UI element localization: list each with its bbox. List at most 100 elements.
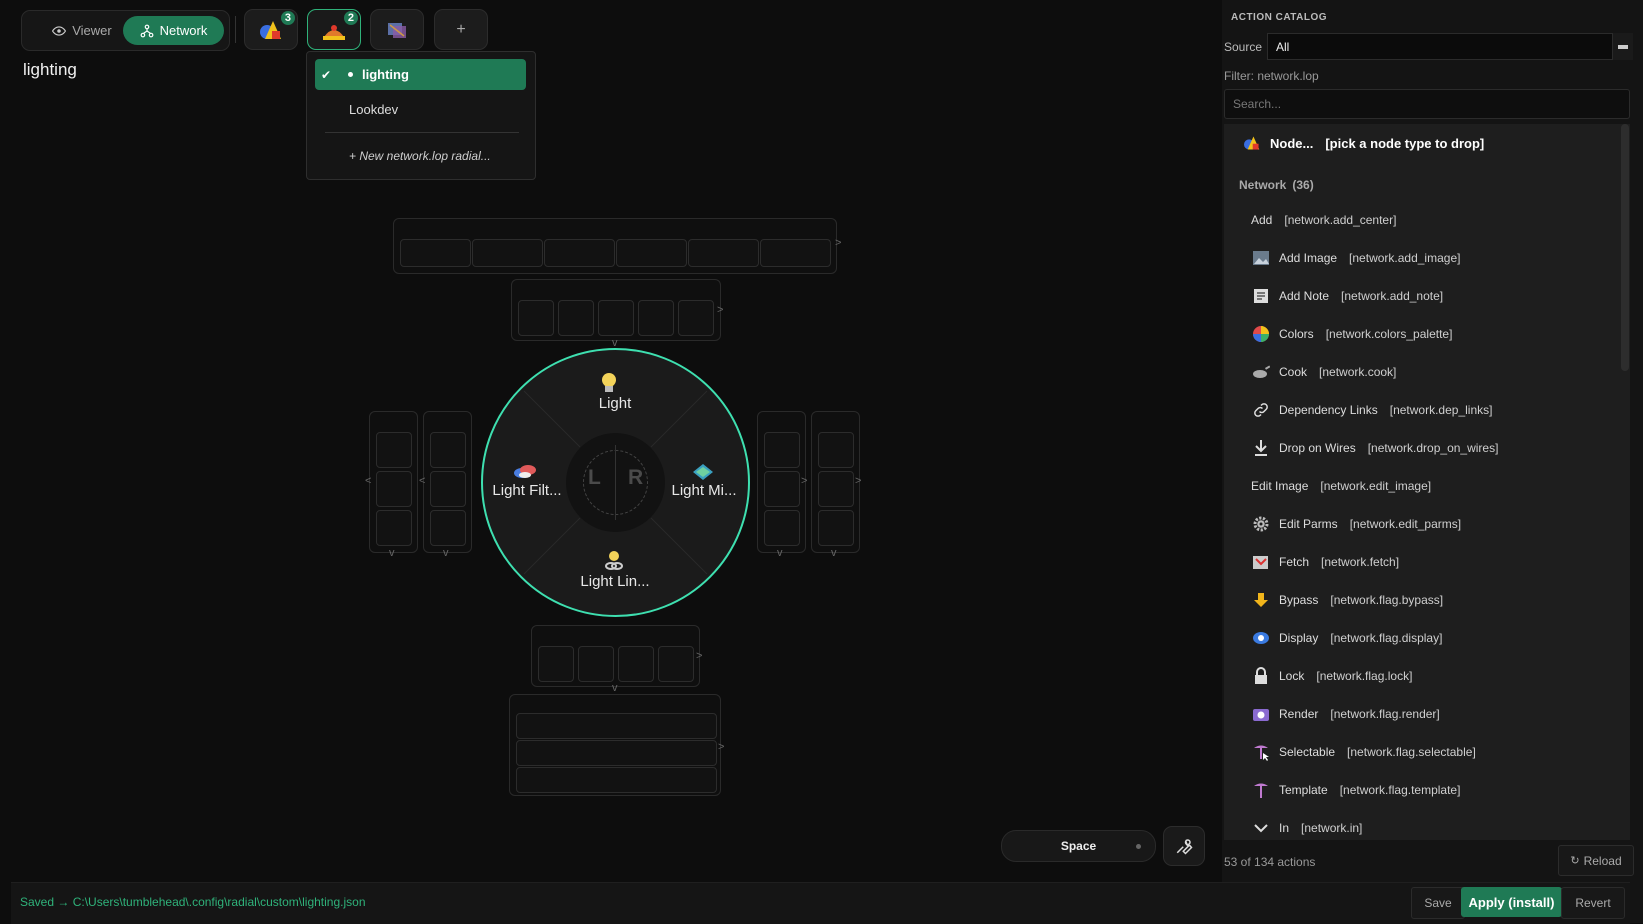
slot-group-right-inner: > v [757, 411, 807, 559]
viewer-mode-button[interactable]: Viewer [30, 16, 134, 45]
template-icon [1251, 780, 1271, 800]
reload-button[interactable]: ↻ Reload [1558, 845, 1634, 876]
source-label: Source [1224, 40, 1263, 54]
slot[interactable] [818, 510, 854, 546]
slot[interactable] [516, 713, 717, 739]
slot[interactable] [430, 510, 466, 546]
slot[interactable] [616, 239, 687, 267]
context-tab-shapes[interactable]: 3 [244, 9, 298, 50]
list-item[interactable]: Display [network.flag.display] [1251, 623, 1630, 653]
list-item[interactable]: Fetch [network.fetch] [1251, 547, 1630, 577]
network-mode-button[interactable]: Network [123, 16, 224, 45]
chevron-down-icon: v [777, 547, 783, 559]
slot[interactable] [516, 740, 717, 766]
radial-item-bottom[interactable]: Light Lin... [565, 573, 665, 590]
list-item-id: [network.flag.selectable] [1347, 745, 1476, 759]
radial-item-right[interactable]: Light Mi... [663, 482, 745, 499]
list-item[interactable]: Selectable [network.flag.selectable] [1251, 737, 1630, 767]
slot[interactable] [544, 239, 615, 267]
list-item[interactable]: Template [network.flag.template] [1251, 775, 1630, 805]
dropdown-item-lookdev[interactable]: Lookdev [315, 94, 526, 125]
list-item-label: Selectable [1279, 745, 1336, 759]
slot-group-top-inner: > v [511, 279, 723, 349]
context-tab-cop[interactable] [370, 9, 424, 50]
space-key-button[interactable]: Space [1001, 830, 1156, 862]
status-message: Saved → C:\Users\tumblehead\.config\radi… [20, 895, 366, 909]
slot[interactable] [376, 510, 412, 546]
slot-group-right-outer: > v [811, 411, 862, 559]
slot[interactable] [558, 300, 594, 336]
dropdown-item-lighting[interactable]: ✔ lighting [315, 59, 526, 90]
apply-install-button[interactable]: Apply (install) [1461, 887, 1562, 917]
list-item[interactable]: Edit Image [network.edit_image] [1251, 471, 1630, 501]
slot[interactable] [538, 646, 574, 682]
chevron-down-icon: v [612, 682, 618, 694]
chevron-left-icon: < [419, 475, 426, 487]
slot[interactable] [578, 646, 614, 682]
check-icon: ✔ [321, 67, 332, 82]
slot[interactable] [818, 432, 854, 468]
center-right-label: R [628, 466, 644, 489]
slot[interactable] [688, 239, 759, 267]
slot[interactable] [638, 300, 674, 336]
list-item[interactable]: Bypass [network.flag.bypass] [1251, 585, 1630, 615]
image-icon [1251, 248, 1271, 268]
slot[interactable] [376, 471, 412, 507]
list-item-node[interactable]: Node... [pick a node type to drop] [1242, 128, 1630, 158]
catalog-title: ACTION CATALOG [1231, 12, 1328, 23]
list-item[interactable]: In [network.in] [1251, 813, 1630, 840]
list-item[interactable]: Cook [network.cook] [1251, 357, 1630, 387]
source-select[interactable]: All [1267, 33, 1630, 60]
slot[interactable] [658, 646, 694, 682]
list-item[interactable]: Add Image [network.add_image] [1251, 243, 1630, 273]
list-item[interactable]: Add [network.add_center] [1251, 205, 1630, 235]
search-input[interactable] [1224, 89, 1630, 119]
slot[interactable] [678, 300, 714, 336]
slot[interactable] [430, 432, 466, 468]
radial-item-top[interactable]: Light [565, 395, 665, 412]
slot[interactable] [618, 646, 654, 682]
list-item-id: [network.flag.template] [1339, 783, 1461, 797]
filter-text: Filter: network.lop [1224, 69, 1319, 83]
center-left-label: L [588, 466, 601, 489]
add-tab-button[interactable]: + [434, 9, 488, 50]
revert-button[interactable]: Revert [1561, 887, 1625, 919]
list-item-label: Add Note [1279, 289, 1330, 303]
new-radial-link[interactable]: + New network.lop radial... [349, 149, 491, 163]
slot[interactable] [430, 471, 466, 507]
slot[interactable] [764, 432, 800, 468]
list-item[interactable]: Drop on Wires [network.drop_on_wires] [1251, 433, 1630, 463]
list-item[interactable]: Render [network.flag.render] [1251, 699, 1630, 729]
slot[interactable] [764, 510, 800, 546]
slot[interactable] [598, 300, 634, 336]
slot[interactable] [518, 300, 554, 336]
chevron-right-icon: > [855, 475, 862, 487]
slot[interactable] [818, 471, 854, 507]
list-item-id: [network.dep_links] [1389, 403, 1493, 417]
list-item[interactable]: Edit Parms [network.edit_parms] [1251, 509, 1630, 539]
radial-center[interactable]: L R [566, 433, 665, 532]
radial-dropdown: ✔ lighting Lookdev + New network.lop rad… [306, 51, 536, 180]
list-item[interactable]: Colors [network.colors_palette] [1251, 319, 1630, 349]
list-item[interactable]: Dependency Links [network.dep_links] [1251, 395, 1630, 425]
list-item-id: [pick a node type to drop] [1325, 135, 1485, 151]
list-item[interactable]: Lock [network.flag.lock] [1251, 661, 1630, 691]
list-scrollbar[interactable] [1621, 124, 1629, 371]
slot[interactable] [376, 432, 412, 468]
slot[interactable] [760, 239, 831, 267]
source-menu-button[interactable] [1612, 33, 1633, 60]
slot[interactable] [400, 239, 471, 267]
pan-icon [1251, 362, 1271, 382]
bypass-arrow-icon [1251, 590, 1271, 610]
save-button[interactable]: Save [1411, 887, 1465, 919]
shapes-icon [1242, 133, 1262, 153]
slot-group-top-outer: > [393, 218, 841, 274]
settings-button[interactable] [1163, 826, 1205, 866]
list-item[interactable]: Add Note [network.add_note] [1251, 281, 1630, 311]
slot[interactable] [764, 471, 800, 507]
slot[interactable] [516, 767, 717, 793]
slot[interactable] [472, 239, 543, 267]
radial-item-left[interactable]: Light Filt... [487, 482, 567, 499]
list-item-label: Drop on Wires [1279, 441, 1356, 455]
context-tab-lop[interactable]: 2 [307, 9, 361, 50]
